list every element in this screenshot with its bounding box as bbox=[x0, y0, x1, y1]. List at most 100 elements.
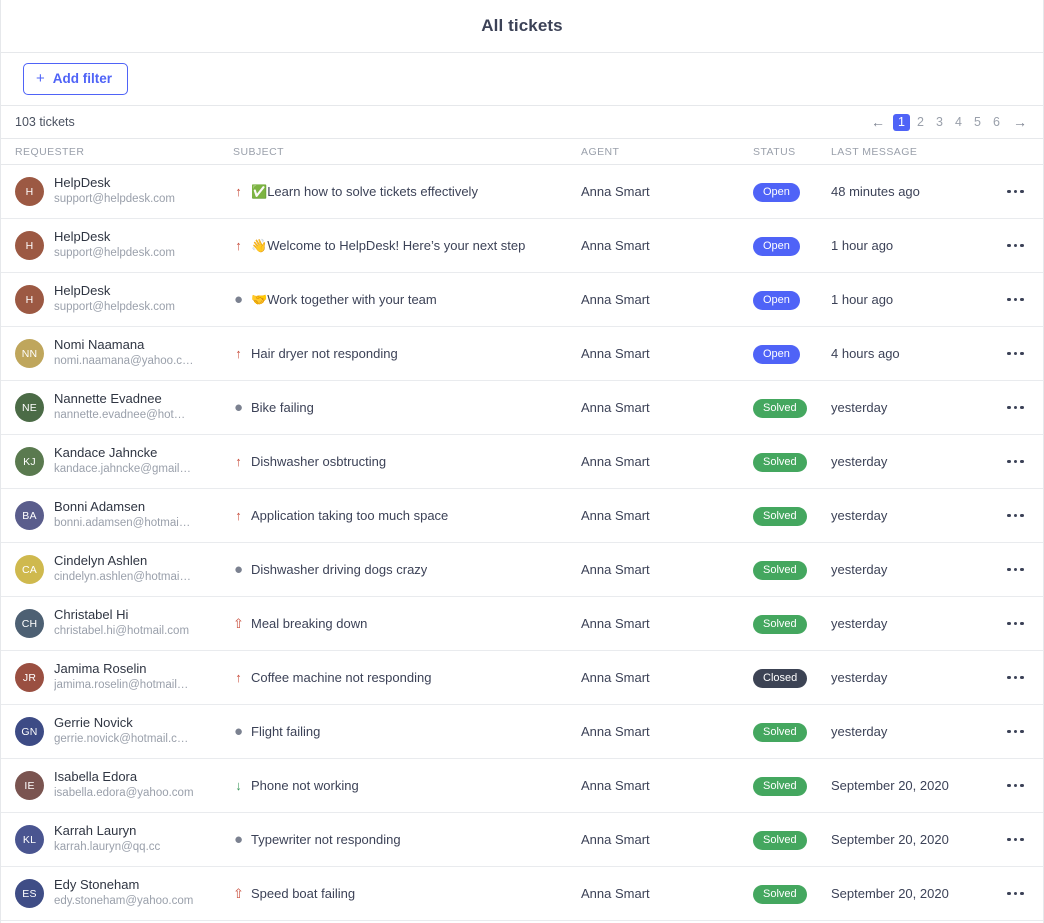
row-more-options-icon[interactable] bbox=[1003, 778, 1028, 794]
subject-cell[interactable]: ⇧ Speed boat failing bbox=[233, 886, 581, 901]
row-more-options-icon[interactable] bbox=[1003, 400, 1028, 416]
table-row[interactable]: KJ Kandace Jahncke kandace.jahncke@gmail… ↑… bbox=[1, 435, 1043, 489]
avatar: H bbox=[15, 285, 44, 314]
subject-label: Welcome to HelpDesk! Here’s your next st… bbox=[267, 237, 526, 253]
requester-cell: GN Gerrie Novick gerrie.novick@hotmail.c… bbox=[1, 716, 233, 746]
table-row[interactable]: H HelpDesk support@helpdesk.com ↑ ✅Learn how… bbox=[1, 165, 1043, 219]
subject-cell[interactable]: ● Bike failing bbox=[233, 400, 581, 415]
column-header-agent: AGENT bbox=[581, 145, 620, 158]
requester-email: gerrie.novick@hotmail.c… bbox=[54, 733, 189, 746]
pagination-prev-icon[interactable]: ← bbox=[865, 114, 891, 131]
subject-cell[interactable]: ↑ Application taking too much space bbox=[233, 508, 581, 523]
row-more-options-icon[interactable] bbox=[1003, 724, 1028, 740]
last-message-cell: 1 hour ago bbox=[831, 292, 894, 307]
row-more-options-icon[interactable] bbox=[1003, 886, 1028, 902]
table-row[interactable]: H HelpDesk support@helpdesk.com ↑ 👋Welcome t… bbox=[1, 219, 1043, 273]
table-row[interactable]: JR Jamima Roselin jamima.roselin@hotmail… ↑… bbox=[1, 651, 1043, 705]
row-more-options-icon[interactable] bbox=[1003, 346, 1028, 362]
pagination-page-1[interactable]: 1 bbox=[893, 113, 910, 131]
table-row[interactable]: IE Isabella Edora isabella.edora@yahoo.com… bbox=[1, 759, 1043, 813]
last-message-cell: yesterday bbox=[831, 670, 888, 685]
row-more-options-icon[interactable] bbox=[1003, 832, 1028, 848]
requester-name: Edy Stoneham bbox=[54, 878, 140, 893]
requester-text: Jamima Roselin jamima.roselin@hotmail… bbox=[54, 662, 188, 692]
subject-cell[interactable]: ↓ Phone not working bbox=[233, 778, 581, 793]
row-more-options-icon[interactable] bbox=[1003, 670, 1028, 686]
requester-email: support@helpdesk.com bbox=[54, 193, 175, 206]
status-cell: Solved bbox=[753, 830, 831, 850]
table-column-headers: REQUESTER SUBJECT AGENT STATUS LAST MESS… bbox=[1, 139, 1043, 165]
table-row[interactable]: ES Edy Stoneham edy.stoneham@yahoo.com ⇧ Spe… bbox=[1, 867, 1043, 921]
pagination-page-5[interactable]: 5 bbox=[969, 114, 986, 131]
requester-email: christabel.hi@hotmail.com bbox=[54, 625, 190, 638]
requester-cell: CA Cindelyn Ashlen cindelyn.ashlen@hotmai… bbox=[1, 554, 233, 584]
status-cell: Solved bbox=[753, 614, 831, 634]
priority-low-icon: ↓ bbox=[235, 778, 242, 793]
subject-cell[interactable]: ↑ ✅Learn how to solve tickets effectively bbox=[233, 184, 581, 200]
filter-bar: + Add filter bbox=[1, 53, 1043, 106]
ticket-list-page: All tickets + Add filter 103 tickets ← 1… bbox=[0, 0, 1044, 923]
subject-cell[interactable]: ⇧ Meal breaking down bbox=[233, 616, 581, 631]
status-cell: Solved bbox=[753, 884, 831, 904]
actions-cell bbox=[991, 346, 1043, 362]
requester-cell: IE Isabella Edora isabella.edora@yahoo.com bbox=[1, 770, 233, 800]
subject-cell[interactable]: ↑ Dishwasher osbtructing bbox=[233, 454, 581, 469]
priority-high-icon: ↑ bbox=[235, 670, 242, 685]
add-filter-button[interactable]: + Add filter bbox=[23, 63, 129, 95]
subject-text: Application taking too much space bbox=[251, 508, 448, 523]
subject-label: Typewriter not responding bbox=[251, 832, 401, 847]
actions-cell bbox=[991, 832, 1043, 848]
table-row[interactable]: H HelpDesk support@helpdesk.com ● 🤝Work toge… bbox=[1, 273, 1043, 327]
subject-cell[interactable]: ↑ Coffee machine not responding bbox=[233, 670, 581, 685]
pagination-page-6[interactable]: 6 bbox=[988, 114, 1005, 131]
pagination-page-2[interactable]: 2 bbox=[912, 114, 929, 131]
subject-cell[interactable]: ● Typewriter not responding bbox=[233, 832, 581, 847]
subject-cell[interactable]: ● 🤝Work together with your team bbox=[233, 292, 581, 308]
priority-urgent-icon: ⇧ bbox=[233, 886, 244, 901]
table-row[interactable]: NN Nomi Naamana nomi.naamana@yahoo.c… ↑ Hair… bbox=[1, 327, 1043, 381]
avatar: CA bbox=[15, 555, 44, 584]
requester-name: HelpDesk bbox=[54, 176, 111, 191]
status-badge: Solved bbox=[753, 830, 807, 850]
subject-text: 🤝Work together with your team bbox=[251, 292, 437, 308]
agent-cell: Anna Smart bbox=[581, 238, 650, 253]
row-more-options-icon[interactable] bbox=[1003, 184, 1028, 200]
agent-cell: Anna Smart bbox=[581, 886, 650, 901]
status-cell: Solved bbox=[753, 722, 831, 742]
subject-cell[interactable]: ● Flight failing bbox=[233, 724, 581, 739]
agent-cell: Anna Smart bbox=[581, 670, 650, 685]
subject-cell[interactable]: ↑ Hair dryer not responding bbox=[233, 346, 581, 361]
table-row[interactable]: BA Bonni Adamsen bonni.adamsen@hotmai… ↑ App… bbox=[1, 489, 1043, 543]
row-more-options-icon[interactable] bbox=[1003, 562, 1028, 578]
table-row[interactable]: CH Christabel Hi christabel.hi@hotmail.com… bbox=[1, 597, 1043, 651]
last-message-cell: yesterday bbox=[831, 724, 888, 739]
table-row[interactable]: NE Nannette Evadnee nannette.evadnee@hot… ●… bbox=[1, 381, 1043, 435]
row-more-options-icon[interactable] bbox=[1003, 454, 1028, 470]
subject-text: 👋Welcome to HelpDesk! Here’s your next s… bbox=[251, 238, 525, 254]
avatar: KJ bbox=[15, 447, 44, 476]
subject-label: Meal breaking down bbox=[251, 616, 368, 631]
pagination-page-4[interactable]: 4 bbox=[950, 114, 967, 131]
table-row[interactable]: KL Karrah Lauryn karrah.lauryn@qq.cc ● Typew… bbox=[1, 813, 1043, 867]
pagination-page-3[interactable]: 3 bbox=[931, 114, 948, 131]
status-badge: Solved bbox=[753, 506, 807, 526]
subject-cell[interactable]: ↑ 👋Welcome to HelpDesk! Here’s your next … bbox=[233, 238, 581, 254]
subject-cell[interactable]: ● Dishwasher driving dogs crazy bbox=[233, 562, 581, 577]
subject-text: Coffee machine not responding bbox=[251, 670, 431, 685]
table-row[interactable]: GN Gerrie Novick gerrie.novick@hotmail.c… ●… bbox=[1, 705, 1043, 759]
row-more-options-icon[interactable] bbox=[1003, 616, 1028, 632]
agent-cell: Anna Smart bbox=[581, 454, 650, 469]
table-row[interactable]: CA Cindelyn Ashlen cindelyn.ashlen@hotmai…… bbox=[1, 543, 1043, 597]
requester-cell: JR Jamima Roselin jamima.roselin@hotmail… bbox=[1, 662, 233, 692]
row-more-options-icon[interactable] bbox=[1003, 508, 1028, 524]
subject-emoji-icon: 👋 bbox=[251, 237, 268, 253]
subject-label: Application taking too much space bbox=[251, 508, 449, 523]
subject-label: Hair dryer not responding bbox=[251, 346, 398, 361]
avatar: NE bbox=[15, 393, 44, 422]
row-more-options-icon[interactable] bbox=[1003, 238, 1028, 254]
requester-text: Gerrie Novick gerrie.novick@hotmail.c… bbox=[54, 716, 188, 746]
subject-text: Typewriter not responding bbox=[251, 832, 401, 847]
pagination-next-icon[interactable]: → bbox=[1007, 114, 1033, 131]
row-more-options-icon[interactable] bbox=[1003, 292, 1028, 308]
actions-cell bbox=[991, 292, 1043, 308]
